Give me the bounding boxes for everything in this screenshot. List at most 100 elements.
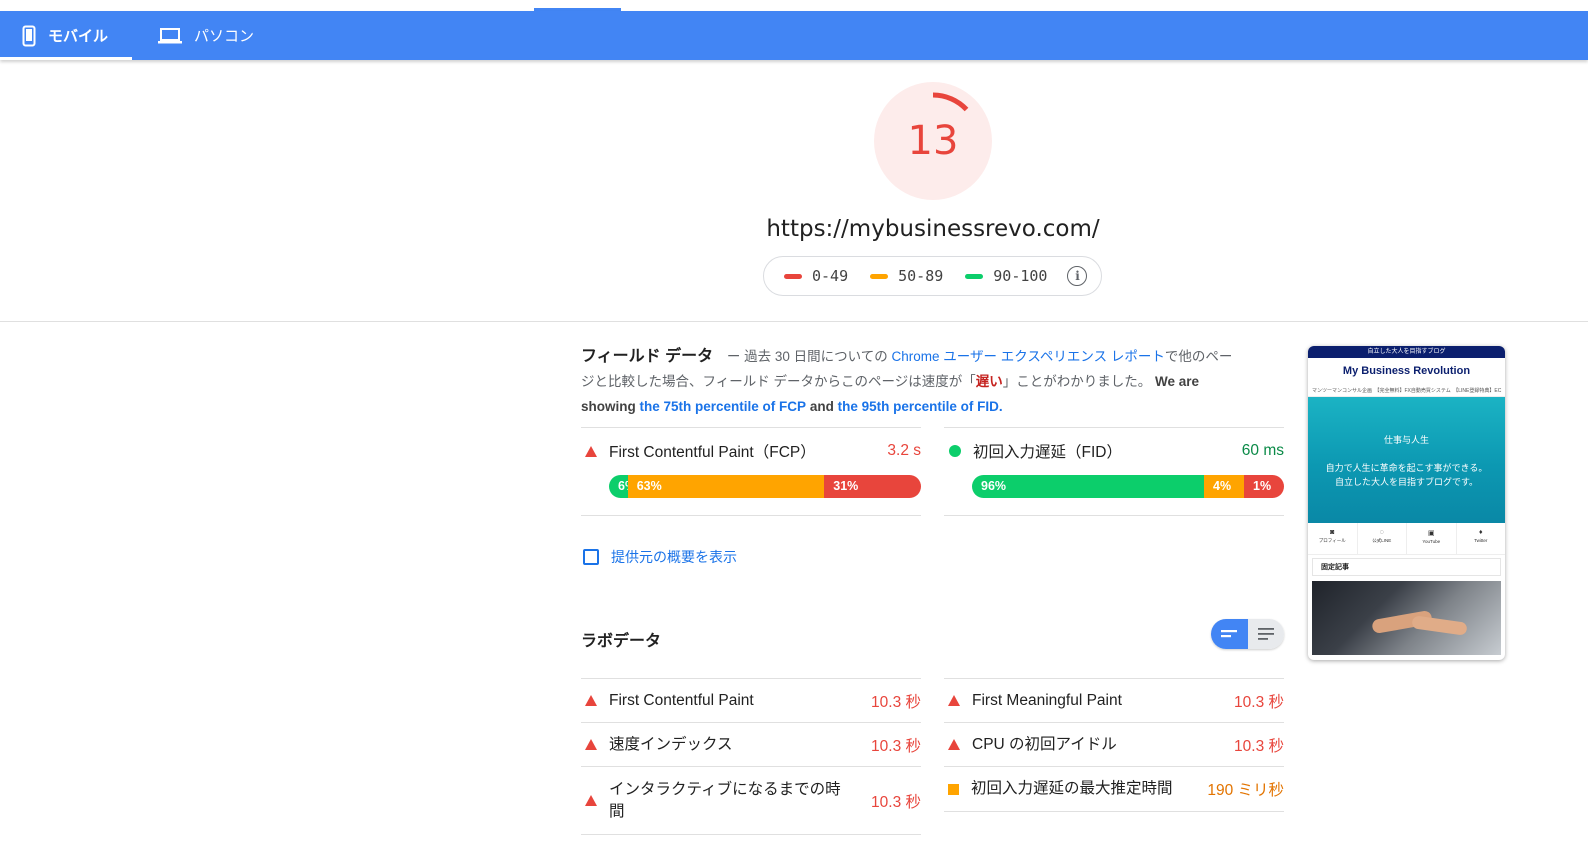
metric-label: 初回入力遅延の最大推定時間 (971, 780, 1173, 797)
thumb-fixed-post: 固定記事 (1312, 558, 1501, 576)
legend-swatch-red (784, 273, 802, 279)
speed-verdict: 遅い (975, 374, 1003, 389)
thumb-hero-line1: 自力で人生に革命を起こす事ができる。 (1325, 463, 1488, 473)
thumb-hero: 仕事与人生 自力で人生に革命を起こす事ができる。 自立した大人を目指すブログです… (1308, 397, 1505, 523)
legend-swatch-orange (870, 273, 889, 279)
field-desc-suffix: 」ことがわかりました。 (1002, 374, 1155, 389)
thumb-icon-label: Twitter (1474, 538, 1488, 543)
legend-item-average: 50-89 (870, 267, 943, 285)
distribution-bar: 96% 4% 1% (972, 475, 1284, 498)
lab-metric-max-fid: 初回入力遅延の最大推定時間 190 ミリ秒 (944, 767, 1284, 812)
thumb-icon-line: ◌ 公式LINE (1358, 523, 1407, 554)
thumb-top-bar: 自立した大人を目指すブログ (1308, 346, 1505, 358)
fid-percentile-link[interactable]: the 95th percentile of FID. (838, 399, 1003, 414)
metric-label: 速度インデックス (609, 735, 733, 753)
lab-metric-fmp: First Meaningful Paint 10.3 秒 (944, 678, 1284, 723)
chat-icon: ◌ (1379, 529, 1384, 536)
thumb-icon-label: 公式LINE (1372, 538, 1392, 543)
info-icon[interactable]: i (1067, 266, 1088, 286)
distribution-fast: 6% (609, 475, 636, 498)
distribution-slow: 31% (824, 475, 921, 498)
tab-desktop[interactable]: パソコン (140, 11, 270, 60)
performance-score-gauge: 13 (872, 80, 994, 202)
distribution-fast: 96% (972, 475, 1204, 498)
lab-metric-fcp: First Contentful Paint 10.3 秒 (581, 678, 921, 723)
metric-label: First Contentful Paint (609, 691, 754, 709)
fail-triangle-icon (948, 739, 960, 750)
thumb-handshake-image (1312, 581, 1501, 655)
metric-value: 10.3 秒 (1234, 737, 1284, 755)
metric-value: 60 ms (1241, 442, 1284, 459)
tab-mobile[interactable]: モバイル (0, 11, 132, 60)
lab-data-title: ラボデータ (581, 633, 662, 650)
metric-label: インタラクティブになるまでの時間 (609, 780, 841, 820)
metric-label: First Contentful Paint（FCP） (609, 444, 816, 461)
device-tab-bar: モバイル パソコン (0, 11, 1588, 60)
field-metric-fcp: First Contentful Paint（FCP） 3.2 s 6% 63%… (581, 427, 921, 516)
metric-label: First Meaningful Paint (972, 691, 1122, 709)
pass-circle-icon (949, 445, 961, 457)
metric-value: 10.3 秒 (871, 793, 921, 811)
tab-desktop-label: パソコン (194, 28, 255, 45)
crux-report-link[interactable]: Chrome ユーザー エクスペリエンス レポート (892, 349, 1165, 364)
thumb-hero-title: 仕事与人生 (1383, 435, 1429, 445)
distribution-average: 4% (1204, 475, 1244, 498)
lab-metric-cpu-idle: CPU の初回アイドル 10.3 秒 (944, 723, 1284, 767)
smartphone-icon (22, 25, 36, 47)
section-divider (0, 321, 1588, 322)
origin-summary-label: 提供元の概要を表示 (611, 549, 737, 565)
metric-label: CPU の初回アイドル (972, 735, 1117, 753)
thumb-icon-row: ◙ プロフィール ◌ 公式LINE ▣ YouTube ♦ Twitter (1308, 523, 1505, 555)
thumb-icon-label: YouTube (1422, 539, 1441, 544)
distribution-slow: 1% (1244, 475, 1284, 498)
legend-range-average: 50-89 (898, 267, 944, 285)
legend-item-pass: 90-100 (965, 267, 1047, 285)
field-data-description: フィールド データ ー 過去 30 日間についての Chrome ユーザー エク… (581, 344, 1241, 419)
twitter-icon: ♦ (1478, 529, 1483, 536)
compact-view-button[interactable] (1211, 619, 1248, 649)
top-strip (0, 0, 1588, 11)
field-desc-we-are: We are (1154, 374, 1200, 389)
legend-swatch-green (965, 273, 984, 279)
youtube-icon: ▣ (1427, 530, 1435, 537)
view-toggle (1211, 619, 1284, 649)
metric-value: 3.2 s (887, 442, 921, 459)
fail-triangle-icon (585, 445, 597, 457)
metric-value: 10.3 秒 (1234, 693, 1284, 711)
distribution-bar: 6% 63% 31% (609, 475, 921, 498)
thumb-icon-label: プロフィール (1318, 538, 1346, 543)
tab-mobile-label: モバイル (48, 28, 109, 45)
laptop-icon (158, 27, 182, 45)
thumb-icon-youtube: ▣ YouTube (1407, 523, 1457, 554)
thumb-brand: My Business Revolution (1342, 365, 1471, 377)
legend-range-pass: 90-100 (993, 267, 1048, 285)
tested-url: https://mybusinessrevo.com/ (766, 216, 1100, 242)
checkbox-icon[interactable] (583, 549, 599, 565)
fail-triangle-icon (585, 795, 597, 806)
field-desc-showing: showing (581, 399, 636, 414)
thumb-hero-line2: 自立した大人を目指すブログです。 (1334, 477, 1479, 487)
field-desc-and: and (809, 399, 834, 414)
metric-value: 10.3 秒 (871, 693, 921, 711)
field-metric-fid: 初回入力遅延（FID） 60 ms 96% 4% 1% (944, 427, 1284, 516)
thumb-icon-profile: ◙ プロフィール (1308, 523, 1358, 554)
legend-item-fail: 0-49 (784, 267, 848, 285)
metric-value: 190 ミリ秒 (1207, 782, 1284, 799)
profile-icon: ◙ (1330, 529, 1335, 536)
legend-range-fail: 0-49 (812, 267, 849, 285)
field-data-title: フィールド データ (581, 348, 714, 365)
metric-value: 10.3 秒 (871, 737, 921, 755)
performance-score: 13 (907, 118, 959, 164)
average-square-icon (948, 783, 959, 795)
lab-metric-speed-index: 速度インデックス 10.3 秒 (581, 723, 921, 767)
list-view-icon (1257, 628, 1274, 640)
fcp-percentile-link[interactable]: the 75th percentile of FCP (640, 399, 807, 414)
lab-metric-tti: インタラクティブになるまでの時間 10.3 秒 (581, 767, 921, 835)
compact-view-icon (1221, 630, 1238, 638)
expanded-view-button[interactable] (1247, 619, 1284, 649)
field-desc-prefix: ー 過去 30 日間についての (723, 349, 892, 364)
thumb-nav: マンツーマンコンサル企画 【完全無料】FX自動売買システム 【LINE登録特典】… (1308, 385, 1505, 397)
metric-label: 初回入力遅延（FID） (973, 444, 1122, 461)
distribution-average: 63% (627, 475, 825, 498)
origin-summary-toggle[interactable]: 提供元の概要を表示 (583, 547, 737, 567)
